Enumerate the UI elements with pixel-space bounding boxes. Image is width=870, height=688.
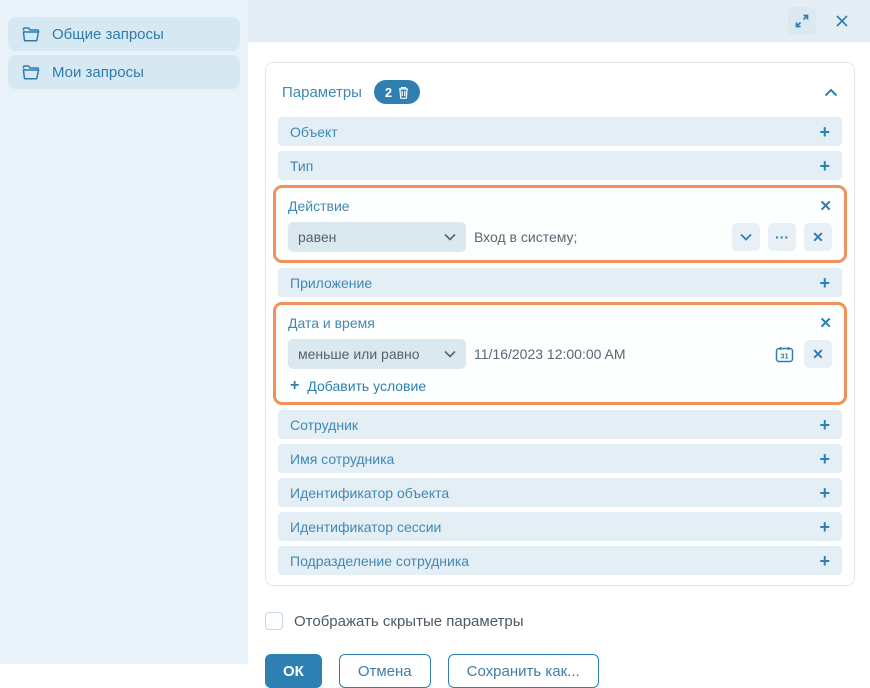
clear-parameters-badge[interactable]: 2 [374,80,420,104]
close-icon [835,14,849,28]
param-row-label: Идентификатор сессии [290,519,441,535]
param-row-label: Имя сотрудника [290,451,394,467]
expand-button[interactable] [788,7,816,35]
sidebar-item-my-queries[interactable]: Мои запросы [8,55,240,89]
cancel-button[interactable]: Отмена [339,654,431,688]
show-hidden-row: Отображать скрытые параметры [265,612,870,630]
dialog-titlebar [248,0,870,42]
add-icon[interactable]: + [819,123,830,141]
action-section-header: Действие ✕ [288,193,832,219]
action-dropdown-button[interactable] [732,223,760,251]
add-icon[interactable]: + [819,157,830,175]
trash-icon [398,86,409,99]
collapse-panel-button[interactable] [824,88,838,97]
action-browse-button[interactable]: ··· [768,223,796,251]
add-condition-link[interactable]: + Добавить условие [288,378,426,394]
chevron-up-icon [824,88,838,97]
show-hidden-checkbox[interactable] [265,612,283,630]
datetime-clear-button[interactable]: ✕ [804,340,832,368]
chevron-down-icon [444,350,456,358]
add-icon[interactable]: + [819,416,830,434]
chevron-down-icon [444,233,456,241]
sidebar-item-label: Общие запросы [52,26,164,43]
save-as-button[interactable]: Сохранить как... [448,654,599,688]
param-row-label: Подразделение сотрудника [290,553,469,569]
plus-icon: + [290,378,299,394]
expand-icon [794,13,810,29]
add-icon[interactable]: + [819,484,830,502]
action-section-label: Действие [288,198,350,214]
action-condition-row: равен Вход в систему; ··· ✕ [288,222,832,252]
param-row-label: Объект [290,124,338,140]
param-row-object[interactable]: Объект + [278,117,842,146]
close-button[interactable] [828,7,856,35]
remove-datetime-filter-icon[interactable]: ✕ [819,314,832,332]
sidebar: Общие запросы Мои запросы [0,0,248,664]
param-row-employee-department[interactable]: Подразделение сотрудника + [278,546,842,575]
param-row-label: Идентификатор объекта [290,485,449,501]
add-icon[interactable]: + [819,552,830,570]
folder-icon [22,27,40,42]
calendar-day-glyph: 31 [780,351,788,360]
parameters-panel: Параметры 2 Объект [265,62,855,586]
param-row-label: Тип [290,158,313,174]
param-row-label: Приложение [290,275,372,291]
query-parameters-dialog: Общие запросы Мои запросы [0,0,870,664]
datetime-condition-row: меньше или равно 11/16/2023 12:00:00 AM … [288,339,832,369]
datetime-operator-select[interactable]: меньше или равно [288,339,466,369]
add-condition-label: Добавить условие [307,378,426,394]
action-value-field[interactable]: Вход в систему; [474,229,724,245]
param-row-employee-name[interactable]: Имя сотрудника + [278,444,842,473]
chevron-down-icon [740,233,752,241]
ok-button[interactable]: ОК [265,654,322,688]
show-hidden-label: Отображать скрытые параметры [294,613,524,630]
sidebar-item-common-queries[interactable]: Общие запросы [8,17,240,51]
datetime-value-field[interactable]: 11/16/2023 12:00:00 AM [474,346,767,362]
datetime-section-header: Дата и время ✕ [288,310,832,336]
param-row-session-id[interactable]: Идентификатор сессии + [278,512,842,541]
datetime-operator-value: меньше или равно [298,346,420,362]
datetime-section: Дата и время ✕ меньше или равно 11/16/20… [273,302,847,405]
add-icon[interactable]: + [819,450,830,468]
parameters-count: 2 [385,85,392,100]
action-operator-value: равен [298,229,336,245]
dialog-buttons: ОК Отмена Сохранить как... [265,654,870,688]
action-clear-button[interactable]: ✕ [804,223,832,251]
add-icon[interactable]: + [819,518,830,536]
sidebar-item-label: Мои запросы [52,64,144,81]
remove-action-filter-icon[interactable]: ✕ [819,197,832,215]
calendar-picker-button[interactable]: 31 [775,346,794,363]
param-row-employee[interactable]: Сотрудник + [278,410,842,439]
datetime-section-label: Дата и время [288,315,375,331]
param-row-label: Сотрудник [290,417,358,433]
param-row-type[interactable]: Тип + [278,151,842,180]
param-row-object-id[interactable]: Идентификатор объекта + [278,478,842,507]
param-row-application[interactable]: Приложение + [278,268,842,297]
action-section: Действие ✕ равен Вход в систему; [273,185,847,263]
action-operator-select[interactable]: равен [288,222,466,252]
parameters-title: Параметры [282,84,362,101]
add-icon[interactable]: + [819,274,830,292]
dialog-body: Параметры 2 Объект [248,42,870,664]
folder-icon [22,65,40,80]
parameters-header: Параметры 2 [282,77,838,107]
